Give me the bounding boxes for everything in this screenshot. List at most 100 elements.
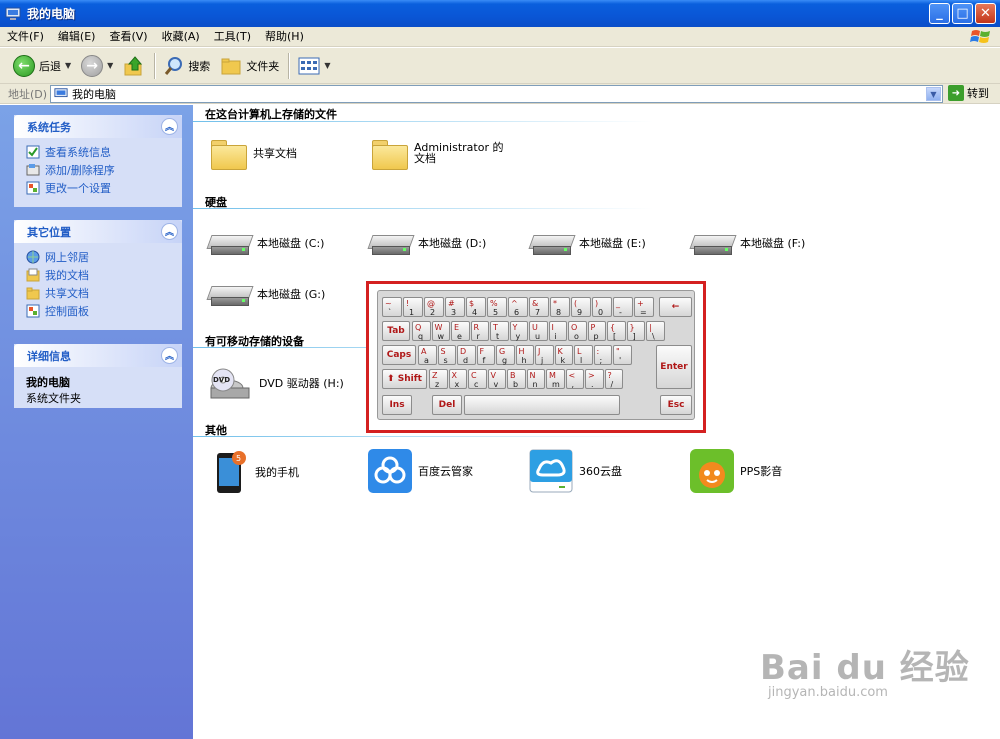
collapse-icon[interactable]: ︽ (161, 223, 178, 240)
key-del[interactable]: Del (432, 395, 462, 415)
folder-administrator-documents[interactable]: Administrator 的文档 (372, 138, 514, 170)
key-row2-11[interactable]: }] (626, 321, 645, 341)
key-space[interactable] (464, 395, 620, 415)
menu-edit[interactable]: 编辑(E) (51, 27, 103, 47)
back-button[interactable]: ← 后退 ▼ (8, 51, 76, 81)
app-360-cloud[interactable]: 360云盘 (529, 449, 622, 493)
key-row2-0[interactable]: Qq (412, 321, 431, 341)
drive-d[interactable]: 本地磁盘 (D:) (368, 232, 486, 255)
minimize-button[interactable]: _ (929, 3, 950, 24)
key-row2-5[interactable]: Yy (509, 321, 528, 341)
place-control-panel[interactable]: 控制面板 (26, 302, 176, 320)
key-row2-4[interactable]: Tt (490, 321, 509, 341)
key-row1-8[interactable]: * 8 (550, 297, 570, 317)
key-row4-5[interactable]: Nn (526, 369, 545, 389)
key-row3-7[interactable]: Kk (554, 345, 573, 365)
details-header[interactable]: 详细信息 ︽ (14, 344, 182, 367)
key-row2-1[interactable]: Ww (431, 321, 450, 341)
key-row4-3[interactable]: Vv (487, 369, 506, 389)
key-row3-10[interactable]: " ' (613, 345, 632, 365)
drive-e[interactable]: 本地磁盘 (E:) (529, 232, 646, 255)
key-row4-2[interactable]: Cc (468, 369, 487, 389)
key-row1-5[interactable]: % 5 (487, 297, 507, 317)
key-row2-9[interactable]: Pp (587, 321, 606, 341)
views-button[interactable]: ▼ (293, 51, 335, 81)
key-row1-4[interactable]: $4 (466, 297, 486, 317)
key-ins[interactable]: Ins (382, 395, 412, 415)
folders-button[interactable]: 文件夹 (215, 51, 284, 81)
key-row1-6[interactable]: ^ 6 (508, 297, 528, 317)
key-row3-4[interactable]: Gg (496, 345, 515, 365)
key-row4-4[interactable]: Bb (507, 369, 526, 389)
key-shift[interactable]: ⬆ Shift (382, 369, 427, 389)
address-input[interactable]: 我的电脑 ▼ (50, 85, 943, 103)
key-row4-6[interactable]: Mm (546, 369, 565, 389)
key-row1-0[interactable]: ~ ` (382, 297, 402, 317)
dvd-drive-h[interactable]: DVD DVD 驱动器 (H:) (207, 360, 344, 406)
menu-favorites[interactable]: 收藏(A) (155, 27, 207, 47)
folder-shared-documents[interactable]: 共享文档 (211, 138, 297, 170)
key-row4-1[interactable]: Xx (448, 369, 467, 389)
key-backspace[interactable]: ← (659, 297, 692, 317)
forward-button[interactable]: → ▼ (76, 51, 118, 81)
key-row1-11[interactable]: _ - (613, 297, 633, 317)
key-esc[interactable]: Esc (660, 395, 692, 415)
key-row3-6[interactable]: Jj (535, 345, 554, 365)
place-network[interactable]: 网上邻居 (26, 248, 176, 266)
drive-g[interactable]: 本地磁盘 (G:) (207, 283, 325, 306)
menu-help[interactable]: 帮助(H) (258, 27, 311, 47)
key-row3-2[interactable]: Dd (457, 345, 476, 365)
key-row1-2[interactable]: @2 (424, 297, 444, 317)
app-baidu-cloud[interactable]: 百度云管家 (368, 449, 473, 493)
key-row2-8[interactable]: Oo (568, 321, 587, 341)
key-row1-3[interactable]: #3 (445, 297, 465, 317)
key-row3-0[interactable]: Aa (418, 345, 437, 365)
address-dropdown-icon[interactable]: ▼ (926, 87, 941, 101)
collapse-icon[interactable]: ︽ (161, 347, 178, 364)
key-row1-7[interactable]: & 7 (529, 297, 549, 317)
key-row4-9[interactable]: ? / (604, 369, 623, 389)
key-row2-3[interactable]: Rr (470, 321, 489, 341)
key-enter[interactable]: Enter (656, 345, 692, 389)
forward-dropdown-icon[interactable]: ▼ (107, 61, 113, 70)
key-row3-8[interactable]: Ll (574, 345, 593, 365)
go-button[interactable]: ➜ 转到 (948, 85, 989, 101)
place-shared-documents[interactable]: 共享文档 (26, 284, 176, 302)
key-row2-7[interactable]: Ii (548, 321, 567, 341)
key-row3-1[interactable]: Ss (437, 345, 456, 365)
maximize-button[interactable]: □ (952, 3, 973, 24)
key-row3-5[interactable]: Hh (515, 345, 534, 365)
key-caps[interactable]: Caps (382, 345, 416, 365)
up-button[interactable] (118, 51, 150, 81)
place-my-documents[interactable]: 我的文档 (26, 266, 176, 284)
close-button[interactable]: ✕ (975, 3, 996, 24)
key-tab[interactable]: Tab (382, 321, 410, 341)
key-row3-9[interactable]: :; (593, 345, 612, 365)
other-places-header[interactable]: 其它位置 ︽ (14, 220, 182, 243)
key-row4-0[interactable]: Zz (429, 369, 448, 389)
key-row3-3[interactable]: Ff (476, 345, 495, 365)
task-add-remove-programs[interactable]: 添加/删除程序 (26, 161, 176, 179)
key-row1-9[interactable]: (9 (571, 297, 591, 317)
key-row1-1[interactable]: ! 1 (403, 297, 423, 317)
menu-file[interactable]: 文件(F) (0, 27, 51, 47)
menu-tools[interactable]: 工具(T) (207, 27, 258, 47)
app-pps[interactable]: PPS影音 (690, 449, 782, 493)
drive-f[interactable]: 本地磁盘 (F:) (690, 232, 805, 255)
key-row2-2[interactable]: Ee (451, 321, 470, 341)
key-row1-10[interactable]: ) 0 (592, 297, 612, 317)
drive-c[interactable]: 本地磁盘 (C:) (207, 232, 324, 255)
task-view-system-info[interactable]: 查看系统信息 (26, 143, 176, 161)
app-my-phone[interactable]: 5 我的手机 (215, 449, 299, 495)
search-button[interactable]: 搜索 (159, 51, 215, 81)
menu-view[interactable]: 查看(V) (102, 27, 154, 47)
key-row1-12[interactable]: + = (634, 297, 654, 317)
key-row2-10[interactable]: {[ (607, 321, 626, 341)
back-dropdown-icon[interactable]: ▼ (65, 61, 71, 70)
task-change-setting[interactable]: 更改一个设置 (26, 179, 176, 197)
key-row2-6[interactable]: Uu (529, 321, 548, 341)
collapse-icon[interactable]: ︽ (161, 118, 178, 135)
system-tasks-header[interactable]: 系统任务 ︽ (14, 115, 182, 138)
key-row4-7[interactable]: <, (565, 369, 584, 389)
key-row4-8[interactable]: >. (585, 369, 604, 389)
